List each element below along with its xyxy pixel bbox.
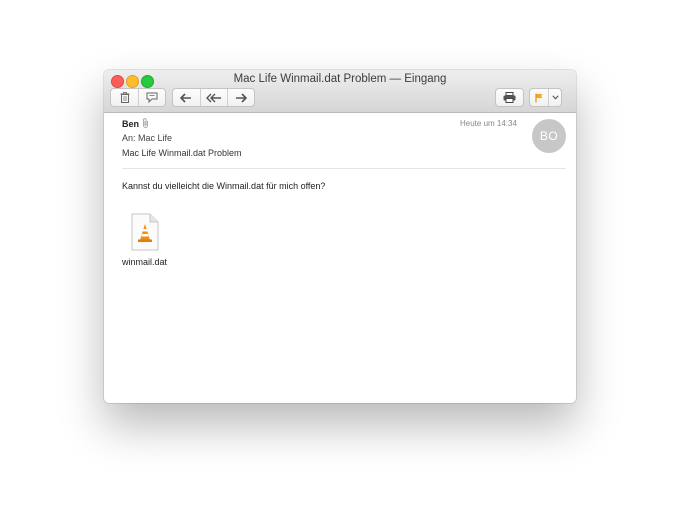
to-label: An: <box>122 133 136 143</box>
message-body: Kannst du vielleicht die Winmail.dat für… <box>122 181 326 191</box>
recipient-line: An: Mac Life <box>122 133 172 143</box>
delete-junk-group <box>110 88 166 107</box>
reply-icon <box>180 92 192 103</box>
flag-menu-button[interactable] <box>548 89 561 106</box>
flag-button[interactable] <box>530 89 548 106</box>
sender-name[interactable]: Ben <box>122 119 139 129</box>
titlebar: Mac Life Winmail.dat Problem — Eingang <box>104 70 576 113</box>
delete-button[interactable] <box>111 89 138 106</box>
recipient-name[interactable]: Mac Life <box>138 133 172 143</box>
reply-all-icon <box>205 93 222 103</box>
trash-icon <box>120 92 130 103</box>
message-subject: Mac Life Winmail.dat Problem <box>122 148 242 158</box>
print-icon <box>503 92 516 103</box>
message-view: Ben An: Mac Life Mac Life Winmail.dat Pr… <box>104 113 576 403</box>
vlc-cone-file-icon <box>130 213 160 251</box>
mail-window: Mac Life Winmail.dat Problem — Eingang B… <box>104 70 576 403</box>
forward-icon <box>235 92 248 103</box>
avatar: BO <box>532 119 566 153</box>
reply-group <box>172 88 255 107</box>
reply-button[interactable] <box>173 89 200 106</box>
junk-button[interactable] <box>138 89 165 106</box>
flag-dropdown[interactable] <box>529 88 562 107</box>
junk-icon <box>146 92 158 103</box>
paperclip-icon <box>142 118 149 128</box>
flag-icon <box>535 93 543 103</box>
header-divider <box>122 168 566 169</box>
message-date: Heute um 14:34 <box>460 119 517 128</box>
chevron-down-icon <box>551 95 559 100</box>
forward-button[interactable] <box>227 89 254 106</box>
window-title: Mac Life Winmail.dat Problem — Eingang <box>233 73 447 85</box>
attachment-filename: winmail.dat <box>122 257 168 267</box>
reply-all-button[interactable] <box>199 89 228 106</box>
print-button[interactable] <box>495 88 524 107</box>
